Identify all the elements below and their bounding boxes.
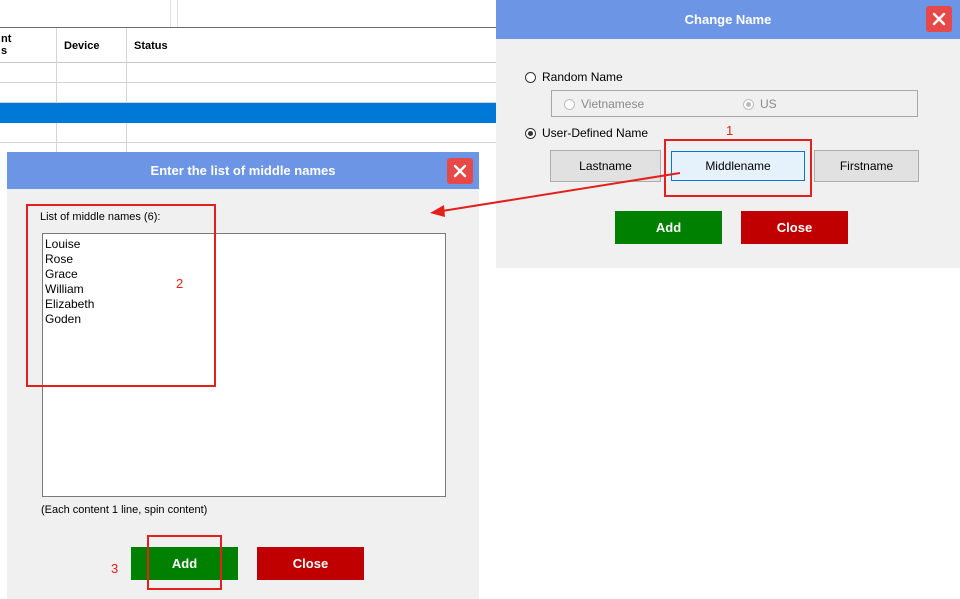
column-header-partial-second-line: s <box>1 45 8 57</box>
column-header-device[interactable]: Device <box>64 40 99 52</box>
hint-text: (Each content 1 line, spin content) <box>41 504 208 516</box>
column-header-status[interactable]: Status <box>134 40 168 52</box>
table-row-selected[interactable] <box>0 103 500 123</box>
table-row[interactable] <box>0 83 500 103</box>
us-radio[interactable] <box>743 98 754 110</box>
annotation-number: 1 <box>726 123 734 138</box>
annotation-box-add <box>147 535 222 590</box>
dialog-close-button[interactable] <box>926 6 952 32</box>
background-toolbar-strip <box>0 0 500 27</box>
table-header: nt s Device Status <box>0 28 500 63</box>
dialog-title-bar: Enter the list of middle names <box>7 152 479 189</box>
user-defined-label: User-Defined Name <box>542 126 649 140</box>
close-button[interactable]: Close <box>257 547 364 580</box>
annotation-box-list <box>26 204 216 387</box>
user-defined-option[interactable]: User-Defined Name <box>525 126 648 140</box>
vietnamese-radio[interactable] <box>564 98 575 110</box>
random-name-radio[interactable] <box>525 71 536 83</box>
table-row[interactable] <box>0 63 500 83</box>
us-option[interactable]: US <box>743 97 777 111</box>
dialog-title-bar: Change Name <box>496 0 960 39</box>
vietnamese-option[interactable]: Vietnamese <box>564 97 644 111</box>
toolbar-separator <box>177 0 178 27</box>
annotation-number: 3 <box>111 561 119 576</box>
dialog-title: Change Name <box>684 12 772 27</box>
table-row[interactable] <box>0 123 500 143</box>
toolbar-separator <box>170 0 171 27</box>
firstname-button[interactable]: Firstname <box>814 150 919 182</box>
annotation-box-middlename <box>664 139 812 197</box>
vietnamese-label: Vietnamese <box>581 97 645 111</box>
close-button[interactable]: Close <box>741 211 848 244</box>
annotation-number: 2 <box>176 276 184 291</box>
close-icon <box>932 12 946 26</box>
background-table: nt s Device Status <box>0 27 500 158</box>
us-label: US <box>760 97 777 111</box>
dialog-title: Enter the list of middle names <box>150 163 336 178</box>
random-name-group: Vietnamese US <box>551 90 918 117</box>
user-defined-radio[interactable] <box>525 127 536 139</box>
random-name-option[interactable]: Random Name <box>525 70 623 84</box>
dialog-close-button[interactable] <box>447 158 473 184</box>
random-name-label: Random Name <box>542 70 623 84</box>
column-header-partial[interactable]: nt <box>1 33 11 45</box>
lastname-button[interactable]: Lastname <box>550 150 661 182</box>
close-icon <box>453 164 467 178</box>
add-button[interactable]: Add <box>615 211 722 244</box>
